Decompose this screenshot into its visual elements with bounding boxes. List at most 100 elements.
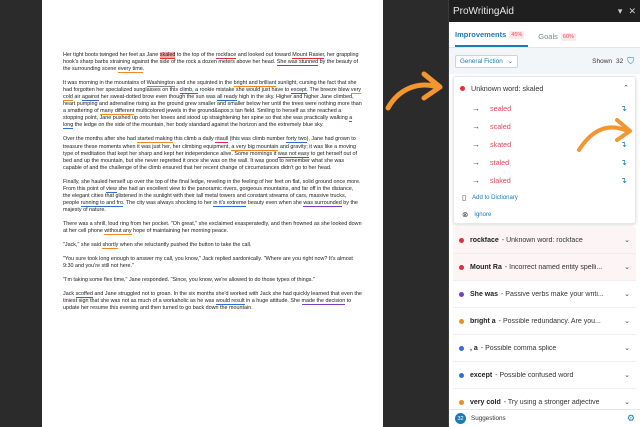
flagged-word[interactable]: except	[290, 87, 307, 95]
issue-description: - Possible confused word	[495, 371, 574, 379]
issue-item[interactable]: except - Possible confused word ⌄	[453, 362, 636, 389]
close-icon[interactable]: ✕	[628, 6, 636, 17]
flagged-word[interactable]: every time	[117, 66, 143, 74]
flagged-word[interactable]: a long	[63, 115, 353, 130]
flagged-word[interactable]: was surrounded	[303, 199, 342, 207]
genre-select[interactable]: General Fiction ⌄	[455, 54, 518, 68]
issue-item[interactable]: rockface - Unknown word: rockface ⌄	[453, 227, 636, 254]
bookmark-icon: ▯	[462, 193, 467, 202]
doc-paragraph: "I'm taking some flex time," Jane respon…	[63, 277, 315, 284]
flagged-word[interactable]: started making	[137, 136, 173, 144]
flagged-word[interactable]: running to and fro	[80, 199, 123, 207]
accept-suggestion-icon[interactable]: ↴	[620, 158, 627, 167]
issue-description: - Possible comma splice	[480, 344, 557, 352]
flagged-word[interactable]: made the decision	[301, 298, 346, 306]
suggestion-text: staled	[490, 157, 510, 167]
tab-label: Improvements	[455, 30, 507, 39]
shown-number: 32	[616, 57, 624, 65]
add-to-dictionary-button[interactable]: ▯ Add to Dictionary	[454, 189, 635, 206]
arrow-right-icon: →	[472, 157, 480, 167]
chevron-down-icon[interactable]: ⌄	[624, 344, 630, 352]
ignore-button[interactable]: ⊗ Ignore	[454, 206, 635, 223]
expanded-issue-header[interactable]: Unknown word: skaled ⌃	[454, 77, 635, 99]
doc-paragraph: "You sure took long enough to answer my …	[63, 256, 353, 270]
flagged-word[interactable]: was not easy	[277, 150, 310, 158]
chevron-down-icon[interactable]: ⌄	[624, 263, 630, 271]
doc-paragraph: Jack scoffed and Jane struggled not to g…	[63, 291, 362, 312]
add-to-dictionary-label: Add to Dictionary	[472, 194, 518, 201]
issue-dot-icon	[459, 399, 464, 405]
flagged-word[interactable]: skaled	[159, 52, 176, 59]
flagged-word[interactable]: in it's extreme	[213, 199, 247, 207]
app-title: ProWritingAid	[453, 5, 514, 17]
suggestion-item[interactable]: → sealed ↴	[454, 99, 635, 117]
flagged-word[interactable]: against	[81, 94, 100, 102]
chevron-down-icon[interactable]: ⌄	[624, 290, 630, 298]
tab-goals[interactable]: Goals 60%	[538, 32, 580, 47]
filter-bar: General Fiction ⌄ Shown 32 ⛉	[449, 48, 640, 74]
expanded-issue-title: Unknown word: skaled	[471, 83, 544, 93]
flagged-word[interactable]: rockface	[215, 52, 237, 59]
flagged-word[interactable]: climb, a	[179, 87, 199, 95]
flagged-word[interactable]: forty two	[286, 136, 307, 144]
issue-item[interactable]: Mount Ra - Incorrect named entity spelli.…	[453, 254, 636, 281]
issue-keyword: She was	[470, 290, 499, 298]
flagged-word[interactable]: all ready	[217, 94, 238, 102]
ignore-icon: ⊗	[462, 210, 469, 219]
flagged-word[interactable]: many different	[100, 108, 135, 116]
issue-dot-icon	[459, 237, 464, 243]
orange-arrow-icon	[385, 71, 443, 111]
issue-description: - Try using a stronger adjective	[503, 398, 600, 406]
issue-description: - Incorrect named entity spelli...	[504, 263, 603, 271]
flagged-word[interactable]: scoffed	[75, 291, 93, 299]
chevron-down-icon[interactable]: ⌄	[624, 236, 630, 244]
issue-keyword: Mount Ra	[470, 263, 502, 271]
suggestion-text: skated	[490, 139, 512, 149]
doc-paragraph: Finally, she hauled herself up over the …	[63, 178, 361, 213]
flagged-word[interactable]: Mount Rasier	[292, 52, 325, 59]
issue-keyword: except	[470, 371, 493, 379]
accept-suggestion-icon[interactable]: ↴	[620, 176, 627, 185]
issue-keyword: very cold	[470, 398, 501, 406]
issue-dot-icon	[459, 345, 464, 351]
tab-percent-badge: 45%	[509, 30, 525, 39]
shown-label: Shown	[592, 57, 612, 65]
flagged-word[interactable]: shortly	[102, 242, 119, 250]
filter-funnel-icon[interactable]: ⛉	[627, 56, 634, 67]
suggestion-text: sealed	[490, 103, 512, 113]
chevron-down-icon[interactable]: ⌄	[624, 398, 630, 406]
document-page[interactable]: Her tight boots twinged her feet as Jane…	[42, 0, 383, 427]
suggestion-text: scaled	[490, 121, 511, 131]
flagged-word[interactable]: bright and brilliant	[233, 80, 277, 88]
chevron-down-icon[interactable]: ⌄	[624, 317, 630, 325]
accept-suggestion-icon[interactable]: ↴	[620, 104, 627, 113]
suggestion-item[interactable]: → slaked ↴	[454, 171, 635, 189]
issue-item[interactable]: She was - Passive verbs make your writi..…	[453, 281, 636, 308]
issue-dot-icon	[459, 372, 464, 378]
gear-icon[interactable]: ⚙	[627, 413, 635, 424]
pin-icon[interactable]: ▾	[618, 6, 623, 17]
issue-item[interactable]: bright a- Possible redundancy. Are you..…	[453, 308, 636, 335]
arrow-right-icon: →	[472, 103, 480, 113]
doc-paragraph: It was morning in the mountains of Washi…	[63, 80, 362, 130]
chevron-up-icon[interactable]: ⌃	[623, 84, 629, 92]
chevron-down-icon: ⌄	[507, 57, 513, 65]
flagged-word[interactable]: without any	[104, 227, 132, 235]
issue-keyword: bright a	[470, 317, 496, 325]
flagged-word[interactable]: very cold	[63, 87, 362, 102]
suggestion-text: slaked	[490, 175, 511, 185]
issue-description: - Passive verbs make your writi...	[501, 290, 604, 298]
tab-percent-badge: 60%	[560, 32, 576, 41]
panel-tabs: Improvements 45% Goals 60%	[449, 22, 640, 48]
tab-improvements[interactable]: Improvements 45%	[455, 30, 529, 47]
flagged-word[interactable]: view	[106, 185, 117, 193]
flagged-word[interactable]: ritaull	[215, 136, 229, 144]
flagged-word[interactable]: Washington	[146, 80, 175, 88]
flagged-word[interactable]: She was stunned	[276, 59, 319, 67]
flagged-word[interactable]: would result	[215, 298, 245, 306]
issue-item[interactable]: , a- Possible comma splice ⌄	[453, 335, 636, 362]
flagged-word[interactable]: a very big mountain	[231, 143, 279, 151]
shown-count: Shown 32 ⛉	[592, 56, 634, 67]
genre-select-value: General Fiction	[460, 57, 503, 65]
chevron-down-icon[interactable]: ⌄	[624, 371, 630, 379]
